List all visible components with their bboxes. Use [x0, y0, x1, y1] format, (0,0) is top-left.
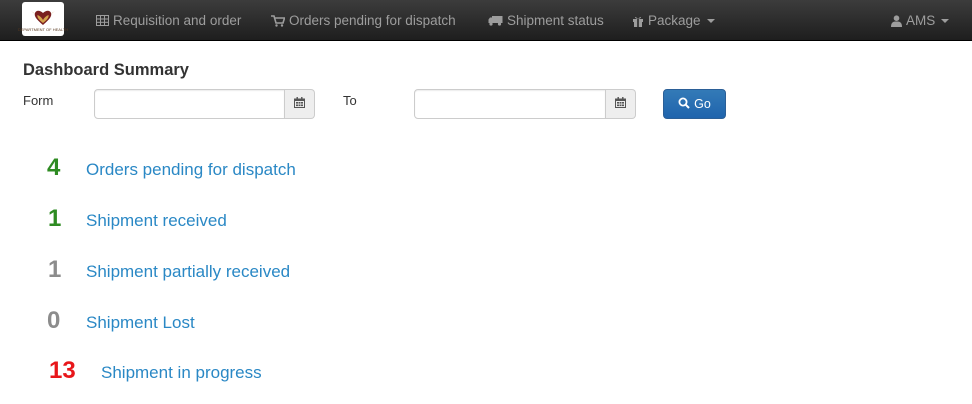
user-icon: [891, 14, 902, 27]
go-label: Go: [694, 97, 711, 111]
stat-link-shipment-in-progress[interactable]: Shipment in progress: [101, 363, 262, 383]
nav-label: Requisition and order: [113, 13, 242, 28]
table-icon: [96, 15, 109, 26]
nav-label: Package: [648, 13, 701, 28]
nav-label: Shipment status: [507, 13, 604, 28]
nav-orders-pending-for-dispatch[interactable]: Orders pending for dispatch: [271, 0, 456, 41]
truck-icon: [488, 15, 503, 26]
user-label: AMS: [906, 13, 936, 28]
cart-icon: [271, 14, 285, 27]
search-icon: [678, 97, 690, 112]
stat-count-orders-pending: 4: [47, 154, 61, 181]
heart-emblem-icon: [31, 10, 55, 25]
to-date-picker-button[interactable]: [606, 89, 636, 119]
stat-count-shipment-received: 1: [48, 205, 62, 232]
to-date-input[interactable]: [414, 89, 606, 119]
stat-link-shipment-partially-received[interactable]: Shipment partially received: [86, 262, 290, 282]
nav-requisition-and-order[interactable]: Requisition and order: [96, 0, 241, 41]
brand-logo[interactable]: DEPARTMENT OF HEALTH: [18, 2, 68, 36]
brand-caption: DEPARTMENT OF HEALTH: [17, 26, 69, 32]
stat-count-shipment-in-progress: 13: [49, 357, 76, 384]
from-date-picker-button[interactable]: [285, 89, 315, 119]
stat-link-shipment-received[interactable]: Shipment received: [86, 211, 227, 231]
caret-down-icon: [706, 18, 715, 23]
gift-icon: [632, 15, 644, 27]
top-navbar: DEPARTMENT OF HEALTH Requisition and ord…: [0, 0, 972, 41]
stat-link-orders-pending[interactable]: Orders pending for dispatch: [86, 160, 296, 180]
to-date-label: To: [343, 93, 357, 108]
stat-count-shipment-partially-received: 1: [48, 256, 62, 283]
user-menu-dropdown[interactable]: AMS: [891, 0, 950, 41]
nav-package-dropdown[interactable]: Package: [632, 0, 715, 41]
calendar-icon: [294, 95, 305, 113]
calendar-icon: [615, 95, 626, 113]
nav-shipment-status[interactable]: Shipment status: [488, 0, 604, 41]
go-button[interactable]: Go: [663, 89, 726, 119]
stat-link-shipment-lost[interactable]: Shipment Lost: [86, 313, 195, 333]
from-date-input[interactable]: [94, 89, 285, 119]
stat-count-shipment-lost: 0: [47, 307, 61, 334]
page-title: Dashboard Summary: [23, 61, 189, 79]
from-date-label: Form: [23, 93, 54, 108]
nav-label: Orders pending for dispatch: [289, 13, 456, 28]
caret-down-icon: [941, 18, 950, 23]
